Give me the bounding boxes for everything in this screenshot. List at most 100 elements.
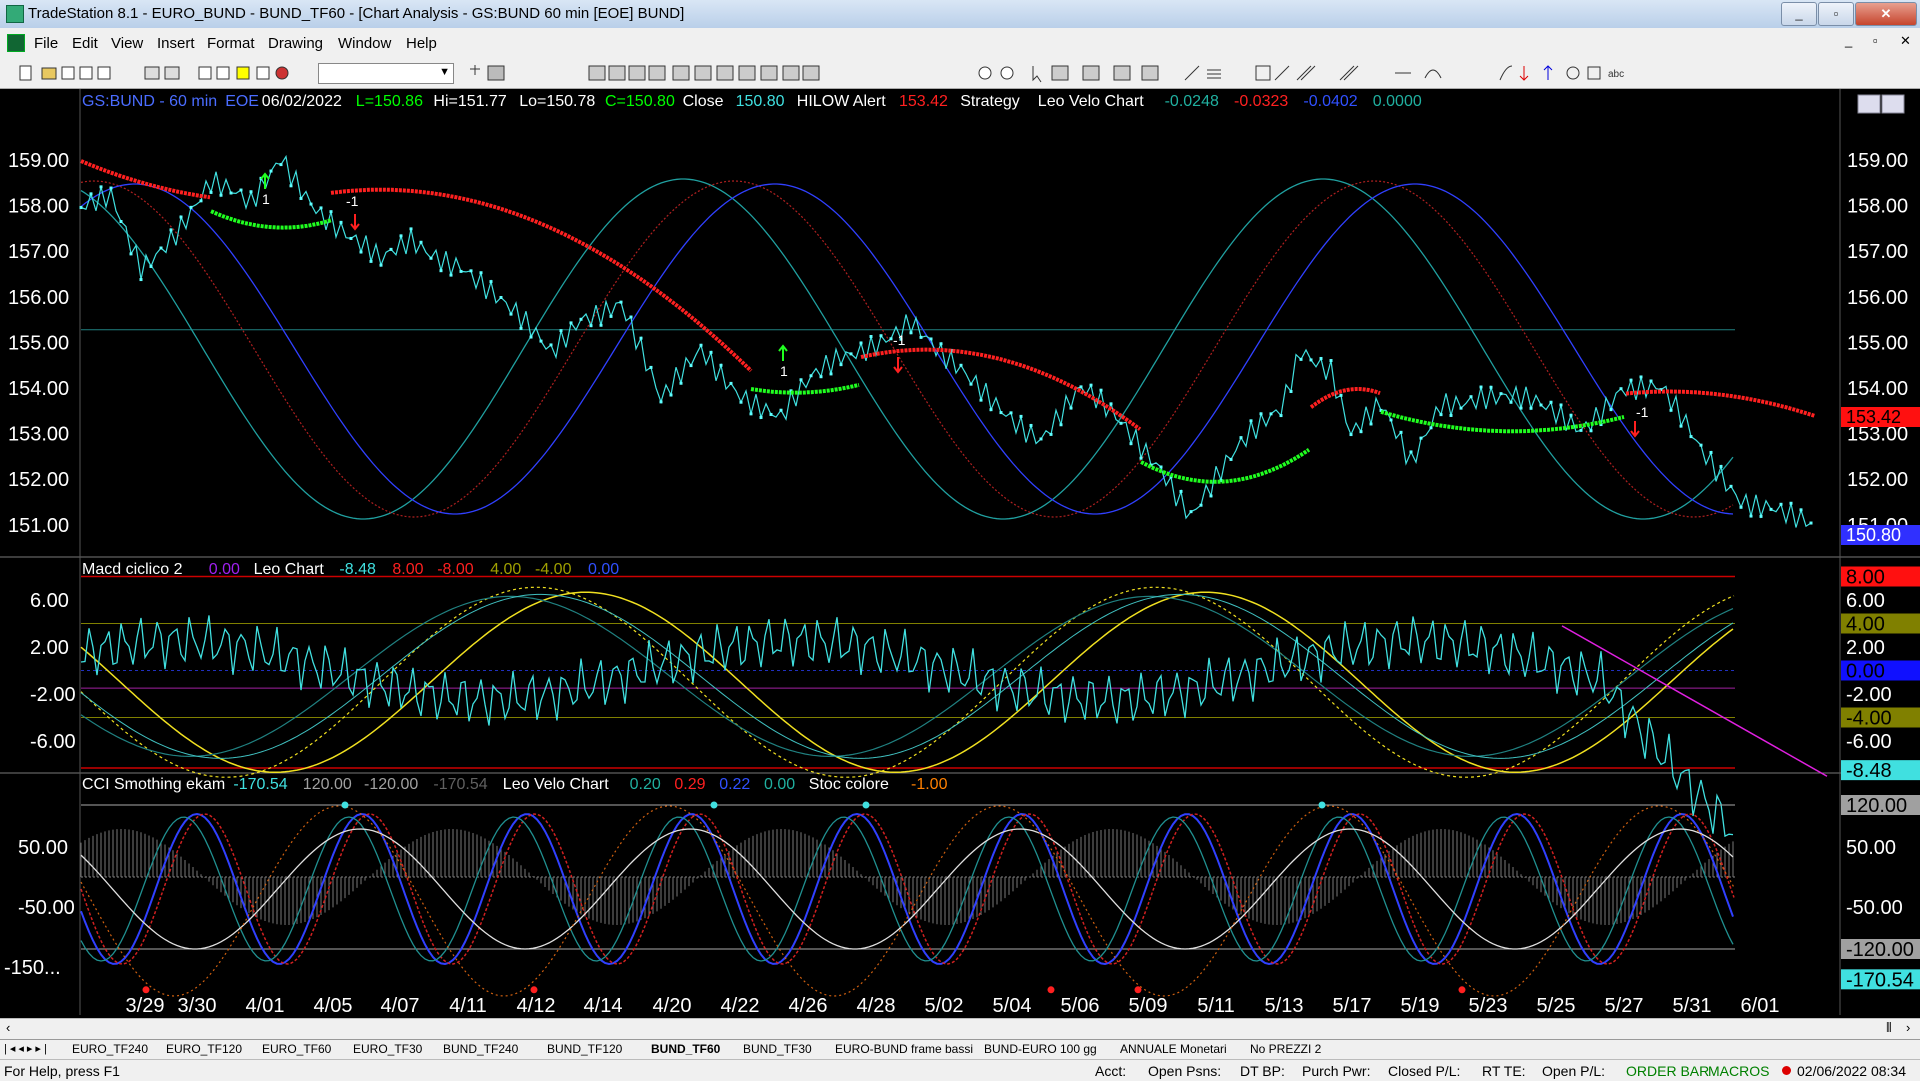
tile-icon[interactable]: [216, 66, 230, 80]
text-tool-icon[interactable]: abc: [1608, 69, 1624, 80]
tool-icon[interactable]: [256, 66, 270, 80]
mdi-minimize-button[interactable]: _: [1845, 33, 1852, 48]
tab-bund-tf60[interactable]: BUND_TF60: [651, 1042, 720, 1056]
macros-button[interactable]: MACROS: [1708, 1063, 1769, 1079]
long-signal-arrow-icon: [778, 344, 788, 361]
order-bar-button[interactable]: ORDER BAR: [1626, 1063, 1709, 1079]
open-icon[interactable]: [41, 67, 57, 80]
zoom-out-icon[interactable]: [1000, 66, 1014, 80]
strategy-icon[interactable]: [275, 66, 289, 80]
print-icon[interactable]: [164, 66, 180, 80]
maximize-button[interactable]: ▫: [1818, 2, 1854, 26]
fib-icon[interactable]: [1255, 65, 1271, 81]
chevron-down-icon[interactable]: ▼: [439, 66, 450, 78]
hilow-green-segment: [1380, 409, 1625, 434]
freehand-icon[interactable]: [1499, 65, 1513, 81]
macd-axis-badge-text: -6.00: [1846, 731, 1892, 753]
tab-bund-tf30[interactable]: BUND_TF30: [743, 1042, 812, 1056]
tab-euro-tf120[interactable]: EURO_TF120: [166, 1042, 242, 1056]
symbol-combo[interactable]: ▼: [318, 63, 454, 84]
tab-bund-euro-100-gg[interactable]: BUND-EURO 100 gg: [984, 1042, 1097, 1056]
window-icon[interactable]: [198, 66, 212, 80]
mdi-close-button[interactable]: ✕: [1900, 33, 1911, 49]
chart-canvas[interactable]: GS:BUND - 60 min EOE 06/02/2022 L=150.86 Hi=…: [0, 89, 1920, 1024]
menu-drawing[interactable]: Drawing: [268, 35, 323, 52]
tab-euro-bund-frame-bassi[interactable]: EURO-BUND frame bassi: [835, 1042, 973, 1056]
compress-bars-icon[interactable]: [782, 65, 800, 81]
symbol-search-icon[interactable]: [470, 65, 480, 75]
radar-icon[interactable]: [608, 65, 626, 81]
mdi-restore-button[interactable]: ▫: [1873, 33, 1878, 48]
scroll-thumb-icon[interactable]: ⦀: [1886, 1020, 1892, 1036]
status-datetime: 02/06/2022 08:34: [1797, 1063, 1906, 1079]
price-close-dot: [1189, 510, 1193, 514]
tab-bund-tf240[interactable]: BUND_TF240: [443, 1042, 518, 1056]
scroll-left-icon[interactable]: ‹: [6, 1020, 10, 1035]
tab-euro-tf30[interactable]: EURO_TF30: [353, 1042, 422, 1056]
select-icon[interactable]: [1051, 65, 1069, 81]
close-button[interactable]: ✕: [1855, 2, 1917, 26]
save-icon[interactable]: [61, 66, 75, 80]
insert-analysis-icon[interactable]: [672, 65, 690, 81]
x-axis-tick: 6/01: [1741, 995, 1780, 1017]
price-close-dot: [1699, 443, 1703, 447]
pointer-icon[interactable]: [1032, 66, 1042, 83]
price-close-line: [80, 154, 1812, 528]
price-y-tick: 156.00: [8, 287, 69, 309]
hammer-icon[interactable]: [1082, 65, 1100, 81]
insert-strategy-icon[interactable]: [716, 65, 734, 81]
menu-insert[interactable]: Insert: [157, 35, 195, 52]
channel-icon[interactable]: [1274, 65, 1290, 81]
workspace-icon[interactable]: [79, 66, 93, 80]
tab-annuale-monetari[interactable]: ANNUALE Monetari: [1120, 1042, 1227, 1056]
matrix-icon[interactable]: [628, 65, 646, 81]
tab-no-prezzi-2[interactable]: No PREZZI 2: [1250, 1042, 1321, 1056]
properties-icon[interactable]: [1113, 65, 1131, 81]
zoom-in-icon[interactable]: [978, 66, 992, 80]
parallel-icon[interactable]: [1296, 65, 1316, 81]
zoom-bars-icon[interactable]: [760, 65, 778, 81]
document-icon[interactable]: [7, 34, 25, 52]
horizontal-line-icon[interactable]: [1207, 69, 1221, 79]
price-close-dot: [1369, 422, 1373, 426]
minimize-button[interactable]: _: [1781, 2, 1817, 26]
insert-indicator-icon[interactable]: [694, 65, 712, 81]
tab-bund-tf120[interactable]: BUND_TF120: [547, 1042, 622, 1056]
price-close-dot: [1559, 403, 1563, 407]
eraser-icon[interactable]: [1141, 65, 1159, 81]
print-preview-icon[interactable]: [144, 66, 160, 80]
format-icon[interactable]: [738, 65, 756, 81]
menu-format[interactable]: Format: [207, 35, 255, 52]
up-arrow-icon[interactable]: [1543, 65, 1553, 80]
scanner-icon[interactable]: [648, 65, 666, 81]
new-icon[interactable]: [19, 65, 32, 81]
menu-window[interactable]: Window: [338, 35, 391, 52]
scroll-right-icon[interactable]: ›: [1906, 1020, 1910, 1035]
price-header-item: EOE: [225, 93, 259, 110]
rectangle-icon[interactable]: [1587, 66, 1601, 80]
trendline-icon[interactable]: [1184, 65, 1200, 81]
arc-icon[interactable]: [1424, 69, 1442, 79]
chart-analysis-window[interactable]: GS:BUND - 60 min EOE 06/02/2022 L=150.86 Hi=…: [0, 89, 1920, 1024]
chart-icon[interactable]: [487, 65, 505, 81]
tab-euro-tf60[interactable]: EURO_TF60: [262, 1042, 331, 1056]
price-y-tick: 152.00: [8, 469, 69, 491]
tab-euro-tf240[interactable]: EURO_TF240: [72, 1042, 148, 1056]
lock-icon[interactable]: [236, 66, 250, 80]
price-close-dot: [779, 408, 783, 412]
page-icon[interactable]: [97, 66, 111, 80]
menu-file[interactable]: File: [34, 35, 58, 52]
ellipse-icon[interactable]: [1566, 66, 1580, 80]
panel-minimize-button[interactable]: [1857, 94, 1881, 114]
menu-view[interactable]: View: [111, 35, 143, 52]
expand-bars-icon[interactable]: [802, 65, 820, 81]
menu-edit[interactable]: Edit: [72, 35, 98, 52]
price-close-dot: [1289, 389, 1293, 393]
horizontal-scrollbar[interactable]: ‹ ⦀ ›: [0, 1018, 1920, 1039]
tab-nav-icons[interactable]: |◂◂▸▸|: [4, 1042, 50, 1055]
chart-analysis-icon[interactable]: [588, 65, 606, 81]
panel-restore-button[interactable]: [1881, 94, 1905, 114]
down-arrow-icon[interactable]: [1519, 66, 1529, 81]
menu-help[interactable]: Help: [406, 35, 437, 52]
regression-icon[interactable]: [1339, 65, 1359, 81]
